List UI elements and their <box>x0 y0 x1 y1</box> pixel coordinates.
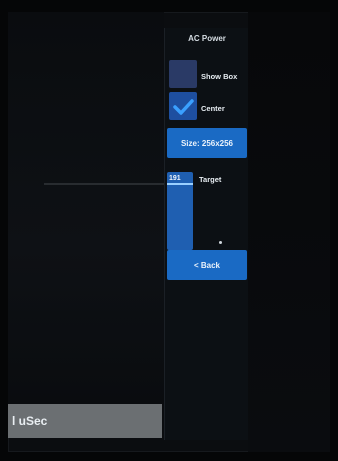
show-box-label: Show Box <box>201 72 238 81</box>
video-scanline <box>44 183 164 185</box>
control-panel: AC Power Show Box Center Size: 256x256 1… <box>164 28 248 440</box>
status-strip: l uSec <box>8 404 162 438</box>
center-label: Center <box>201 104 225 113</box>
status-label: l uSec <box>12 414 48 428</box>
show-box-checkbox[interactable] <box>169 60 197 88</box>
back-button[interactable]: < Back <box>167 250 247 280</box>
checkmark-icon <box>173 99 194 115</box>
target-label: Target <box>199 175 222 184</box>
panel-title: AC Power <box>188 34 226 43</box>
size-button[interactable]: Size: 256x256 <box>167 128 247 158</box>
target-slider-indicator <box>167 183 193 185</box>
target-value: 191 <box>169 175 181 182</box>
right-black-area <box>248 12 330 452</box>
video-preview <box>8 12 164 404</box>
center-checkbox[interactable] <box>169 92 197 120</box>
pointer-dot <box>219 241 222 244</box>
